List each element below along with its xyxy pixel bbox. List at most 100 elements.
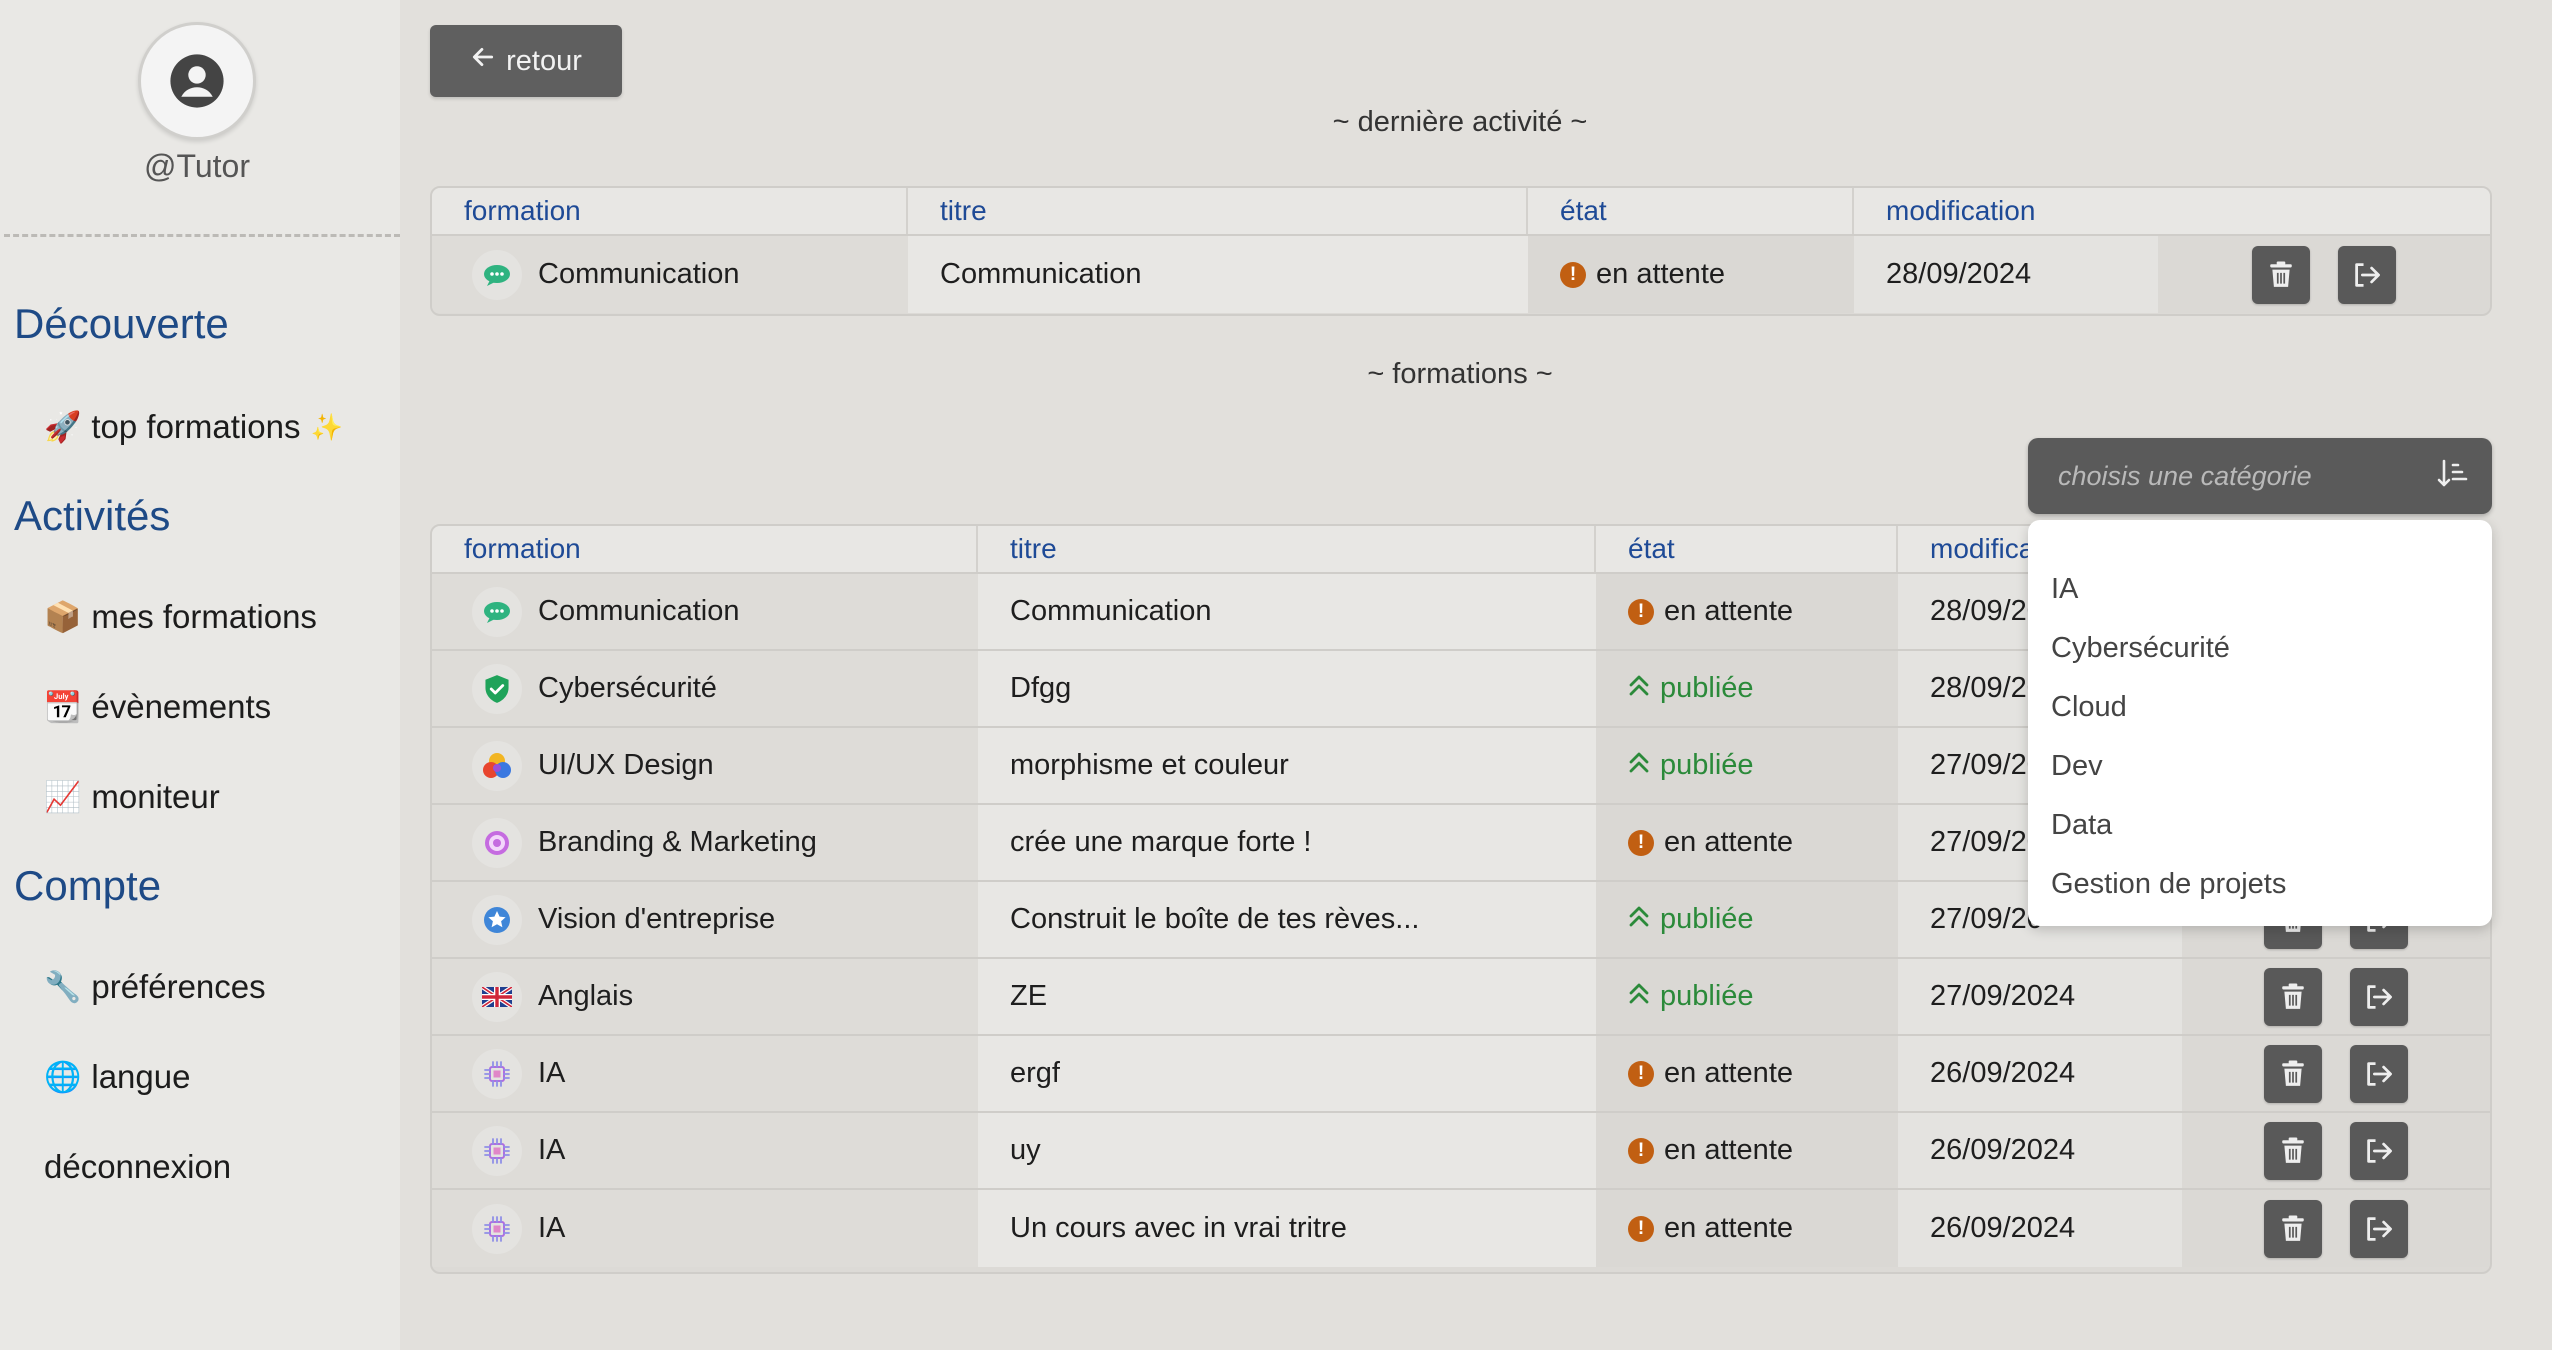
cell-etat: ! en attente xyxy=(1596,1036,1898,1111)
trash-icon xyxy=(2282,983,2304,1009)
cell-modification: 28/09/2024 xyxy=(1854,236,2158,313)
sparkles-icon: ✨ xyxy=(310,411,343,442)
trash-icon xyxy=(2282,1060,2304,1086)
nav-moniteur[interactable]: 📈 moniteur xyxy=(44,778,220,816)
formation-name: Cybersécurité xyxy=(538,672,717,704)
col-etat[interactable]: état xyxy=(1528,188,1854,234)
exit-icon xyxy=(2367,1216,2392,1241)
formation-name: Communication xyxy=(538,258,740,290)
formation-name: Anglais xyxy=(538,980,634,1012)
category-option[interactable]: Gestion de projets xyxy=(2028,855,2492,914)
nav-mes-formations[interactable]: 📦 mes formations xyxy=(44,598,317,636)
warning-icon: ! xyxy=(1560,261,1586,288)
exit-icon xyxy=(2367,1061,2392,1086)
col-formation[interactable]: formation xyxy=(432,526,978,572)
formation-name: Branding & Marketing xyxy=(538,826,817,858)
chip-icon xyxy=(472,1125,522,1176)
category-option[interactable]: Cloud xyxy=(2028,678,2492,737)
table-row: IA Un cours avec in vrai tritre! en attent… xyxy=(432,1190,2490,1267)
category-option[interactable]: Data xyxy=(2028,796,2492,855)
open-button[interactable] xyxy=(2350,1199,2408,1258)
cell-titre: morphisme et couleur xyxy=(978,728,1596,803)
status-published: publiée xyxy=(1628,903,1754,936)
status-pending: ! en attente xyxy=(1628,826,1793,859)
cell-formation: Branding & Marketing xyxy=(432,805,978,880)
sidebar: @Tutor Découverte 🚀 top formations ✨ Act… xyxy=(0,0,400,1350)
delete-button[interactable] xyxy=(2264,1199,2322,1258)
warning-icon: ! xyxy=(1628,1137,1654,1164)
cell-modification: 26/09/2024 xyxy=(1898,1190,2182,1267)
category-option[interactable]: Dev xyxy=(2028,737,2492,796)
chip-icon xyxy=(472,1048,522,1099)
nav-top-formations[interactable]: 🚀 top formations ✨ xyxy=(44,408,343,446)
status-label: publiée xyxy=(1660,672,1754,704)
cell-etat: publiée xyxy=(1596,728,1898,803)
cell-titre: ZE xyxy=(978,959,1596,1034)
col-formation[interactable]: formation xyxy=(432,188,908,234)
cell-titre: Dfgg xyxy=(978,651,1596,726)
cell-formation: UI/UX Design xyxy=(432,728,978,803)
trash-icon xyxy=(2282,1137,2304,1163)
nav-label: mes formations xyxy=(91,598,317,635)
open-button[interactable] xyxy=(2338,245,2396,304)
nav-label: moniteur xyxy=(91,778,220,815)
nav-deconnexion[interactable]: déconnexion xyxy=(44,1148,231,1186)
status-label: en attente xyxy=(1664,1057,1793,1089)
cell-titre: crée une marque forte ! xyxy=(978,805,1596,880)
globe-icon: 🌐 xyxy=(44,1060,82,1094)
cell-etat: ! en attente xyxy=(1596,805,1898,880)
col-modification[interactable]: modification xyxy=(1854,188,2490,234)
last-activity-table: formation titre état modification Commun… xyxy=(430,186,2492,316)
exit-icon xyxy=(2367,984,2392,1009)
cell-titre: Construit le boîte de tes rèves... xyxy=(978,882,1596,957)
cell-etat: ! en attente xyxy=(1596,1190,1898,1267)
status-label: en attente xyxy=(1664,1212,1793,1244)
chevrons-up-icon xyxy=(1628,981,1650,1012)
nav-preferences[interactable]: 🔧 préférences xyxy=(44,968,266,1006)
status-label: publiée xyxy=(1660,980,1754,1012)
cell-etat: ! en attente xyxy=(1596,574,1898,649)
delete-button[interactable] xyxy=(2252,245,2310,304)
status-published: publiée xyxy=(1628,672,1754,705)
cell-etat: publiée xyxy=(1596,651,1898,726)
formation-name: Vision d'entreprise xyxy=(538,903,776,935)
formation-name: IA xyxy=(538,1212,566,1244)
category-dropdown: IA Cybersécurité Cloud Dev Data Gestion … xyxy=(2028,520,2492,926)
col-etat[interactable]: état xyxy=(1596,526,1898,572)
calendar-icon: 📆 xyxy=(44,690,82,724)
cell-titre: Communication xyxy=(978,574,1596,649)
category-option[interactable]: Cybersécurité xyxy=(2028,619,2492,678)
open-button[interactable] xyxy=(2350,1121,2408,1180)
user-icon xyxy=(170,54,224,108)
cell-formation: Communication xyxy=(432,236,908,313)
col-titre[interactable]: titre xyxy=(978,526,1596,572)
status-label: en attente xyxy=(1664,826,1793,858)
col-titre[interactable]: titre xyxy=(908,188,1528,234)
cell-modification: 26/09/2024 xyxy=(1898,1036,2182,1111)
status-pending: ! en attente xyxy=(1628,1212,1793,1245)
last-activity-heading: ~ dernière activité ~ xyxy=(1332,106,1588,138)
delete-button[interactable] xyxy=(2264,967,2322,1026)
open-button[interactable] xyxy=(2350,967,2408,1026)
delete-button[interactable] xyxy=(2264,1044,2322,1103)
open-button[interactable] xyxy=(2350,1044,2408,1103)
sidebar-divider xyxy=(4,234,400,237)
formation-name: UI/UX Design xyxy=(538,749,714,781)
nav-evenements[interactable]: 📆 évènements xyxy=(44,688,271,726)
delete-button[interactable] xyxy=(2264,1121,2322,1180)
cell-formation: Cybersécurité xyxy=(432,651,978,726)
trash-icon xyxy=(2270,261,2292,287)
target-icon xyxy=(472,817,522,868)
shield-icon xyxy=(472,663,522,714)
nav-langue[interactable]: 🌐 langue xyxy=(44,1058,190,1096)
status-label: publiée xyxy=(1660,749,1754,781)
chip-icon xyxy=(472,1203,522,1254)
category-select[interactable]: choisis une catégorie xyxy=(2028,438,2492,514)
avatar[interactable] xyxy=(138,22,256,140)
username: @Tutor xyxy=(144,148,250,184)
table-header: formation titre état modification xyxy=(432,188,2490,236)
back-label: retour xyxy=(506,44,582,77)
status-label: en attente xyxy=(1664,595,1793,627)
category-option[interactable]: IA xyxy=(2028,560,2492,619)
back-button[interactable]: retour xyxy=(430,25,622,97)
